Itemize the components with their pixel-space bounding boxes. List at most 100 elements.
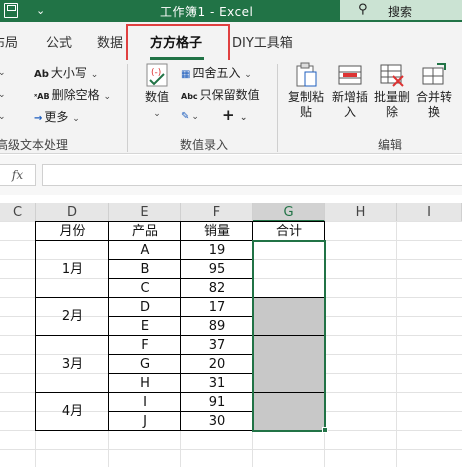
case-convert-button[interactable]: Ab 大小写 ⌄ [34, 64, 98, 81]
plus-icon: + [222, 106, 235, 124]
column-header-e[interactable]: E [109, 203, 181, 222]
month-cell[interactable]: 3月 [36, 336, 109, 393]
column-header-d[interactable]: D [36, 203, 109, 222]
batch-delete-button[interactable]: 批量删除 [372, 62, 412, 120]
column-header-c[interactable]: C [0, 203, 36, 222]
product-cell[interactable]: I [109, 393, 181, 412]
ribbon-panel: ⌄ ⌄ ⌄ Ab 大小写 ⌄ ˣAB 删除空格 ⌄ → 更多 ⌄ 高级文本处理 (-)… [0, 60, 462, 154]
ribbon-tabs: 布局 公式 数据 方方格子 DIY工具箱 [0, 22, 462, 60]
column-header-f[interactable]: F [181, 203, 253, 222]
tab-diy-toolbox[interactable]: DIY工具箱 [232, 32, 293, 51]
column-header-i[interactable]: I [397, 203, 462, 222]
product-cell[interactable]: H [109, 374, 181, 393]
month-cell[interactable]: 4月 [36, 393, 109, 431]
case-label: 大小写 [50, 66, 87, 80]
merge-icon [421, 62, 447, 88]
sales-cell[interactable]: 31 [181, 374, 253, 393]
remove-spaces-button[interactable]: ˣAB 删除空格 ⌄ [34, 86, 111, 103]
product-cell[interactable]: F [109, 336, 181, 355]
round-label: 四舍五入 [192, 66, 241, 80]
svg-text:(-): (-) [151, 68, 161, 78]
table-border [108, 278, 253, 279]
copy-paste-label: 复制粘贴 [287, 90, 324, 119]
gridline-horizontal [0, 449, 462, 450]
search-box[interactable]: ⚲ 搜索 [340, 0, 462, 20]
save-icon[interactable] [4, 3, 18, 18]
product-cell[interactable]: C [109, 279, 181, 298]
group-label-edit: 编辑 [378, 138, 403, 152]
numeric-icon: (-) [144, 62, 170, 88]
plus-dropdown-button[interactable]: + ⌄ [222, 106, 247, 124]
product-cell[interactable]: D [109, 298, 181, 317]
fill-handle[interactable] [322, 427, 328, 433]
product-cell[interactable]: G [109, 355, 181, 374]
left-caret-2[interactable]: ⌄ [0, 86, 6, 100]
sales-cell[interactable]: 30 [181, 412, 253, 431]
table-border [35, 221, 325, 222]
tab-data[interactable]: 数据 [97, 32, 123, 51]
column-header-g[interactable]: G [253, 203, 325, 222]
copy-paste-button[interactable]: 复制粘贴 [286, 62, 326, 120]
ribbon-separator [127, 64, 128, 152]
tab-layout[interactable]: 布局 [0, 32, 18, 51]
table-border [108, 392, 253, 393]
insert-button[interactable]: 新增插入 [330, 62, 370, 120]
merge-convert-label: 合并转换 [415, 90, 452, 119]
left-caret-1[interactable]: ⌄ [0, 64, 6, 78]
sales-cell[interactable]: 37 [181, 336, 253, 355]
search-label: 搜索 [388, 5, 413, 19]
edit-dropdown-button[interactable]: ✎ ⌄ [181, 108, 199, 122]
keep-values-button[interactable]: Abc 只保留数值 [181, 86, 260, 103]
edit-icon: ✎ [181, 111, 190, 122]
case-icon: Ab [34, 69, 49, 80]
column-header-h[interactable]: H [325, 203, 397, 222]
window-title: 工作簿1 - Excel [160, 5, 254, 19]
more-label: 更多 [44, 110, 69, 124]
product-cell[interactable]: J [109, 412, 181, 431]
product-cell[interactable]: E [109, 317, 181, 336]
product-cell[interactable]: B [109, 260, 181, 279]
table-border [35, 392, 109, 393]
table-border [108, 373, 253, 374]
merge-convert-button[interactable]: 合并转换 [414, 62, 454, 120]
round-icon: ▦ [181, 69, 191, 80]
month-cell[interactable]: 2月 [36, 298, 109, 336]
group-label-text: 高级文本处理 [0, 138, 69, 152]
clipboard-icon [293, 62, 319, 88]
keep-values-label: 只保留数值 [199, 88, 260, 102]
insert-label: 新增插入 [331, 90, 368, 119]
header-total[interactable]: 合计 [253, 222, 325, 241]
keep-values-icon: Abc [181, 92, 198, 101]
tab-highlight-box [126, 24, 230, 62]
product-cell[interactable]: A [109, 241, 181, 260]
delete-grid-icon [379, 62, 405, 88]
sales-cell[interactable]: 20 [181, 355, 253, 374]
tab-formulas[interactable]: 公式 [46, 32, 72, 51]
more-button[interactable]: → 更多 ⌄ [34, 108, 80, 125]
table-border [108, 411, 253, 412]
sales-cell[interactable]: 17 [181, 298, 253, 317]
numeric-button[interactable]: (-) 数值 ⌄ [142, 62, 172, 122]
sales-cell[interactable]: 89 [181, 317, 253, 336]
left-caret-3[interactable]: ⌄ [0, 108, 6, 122]
header-product[interactable]: 产品 [109, 222, 181, 241]
formula-input[interactable] [42, 164, 462, 186]
quick-access-dropdown-icon[interactable]: ⌄ [36, 4, 45, 17]
fx-icon[interactable]: fx [0, 164, 36, 186]
table-border [35, 221, 36, 431]
month-cell[interactable]: 1月 [36, 241, 109, 298]
insert-rows-icon [337, 62, 363, 88]
round-button[interactable]: ▦ 四舍五入 ⌄ [181, 64, 252, 81]
table-border [35, 335, 109, 336]
table-border [108, 335, 253, 336]
table-border [108, 240, 253, 241]
header-month[interactable]: 月份 [36, 222, 109, 241]
table-border [180, 221, 181, 431]
sales-cell[interactable]: 95 [181, 260, 253, 279]
sales-cell[interactable]: 19 [181, 241, 253, 260]
sales-cell[interactable]: 82 [181, 279, 253, 298]
batch-delete-label: 批量删除 [373, 90, 410, 119]
header-sales[interactable]: 销量 [181, 222, 253, 241]
gridline-vertical [396, 222, 397, 467]
sales-cell[interactable]: 91 [181, 393, 253, 412]
